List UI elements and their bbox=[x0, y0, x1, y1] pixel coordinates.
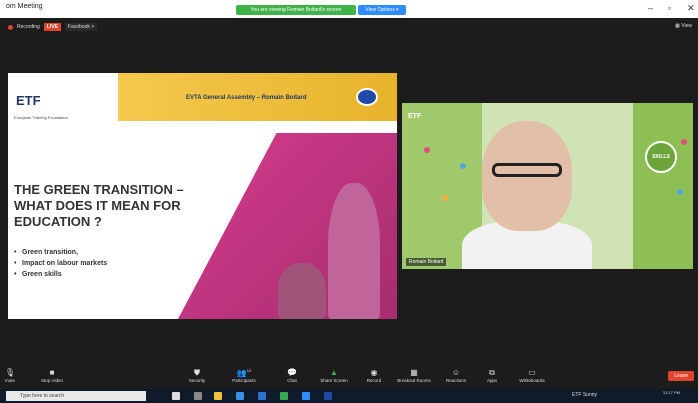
apps-button[interactable]: ⧉ Apps bbox=[470, 368, 514, 383]
meeting-toolbar: 🎙 mute ■ Stop Video ⛊ Security 👥12 Parti… bbox=[0, 365, 698, 389]
recording-status: Recording LIVE Facebook × bbox=[8, 22, 98, 32]
facebook-stream-badge[interactable]: Facebook × bbox=[64, 23, 98, 31]
share-screen-button[interactable]: ▲ Share Screen bbox=[312, 368, 356, 383]
participant-video-tile[interactable]: ETF SKILLS Romain Boitard bbox=[402, 103, 693, 269]
weather-tray[interactable]: ETF Sunny bbox=[572, 392, 597, 398]
taskbar-clock[interactable]: 12:17 PM bbox=[663, 390, 680, 396]
mail-icon[interactable] bbox=[258, 392, 266, 400]
close-button[interactable]: ✕ bbox=[687, 3, 695, 14]
microphone-icon: 🎙 bbox=[4, 368, 16, 377]
slide-title-line: WHAT DOES IT MEAN FOR bbox=[14, 198, 181, 213]
skills-badge: SKILLS bbox=[645, 141, 677, 173]
mute-button[interactable]: 🎙 mute bbox=[0, 368, 32, 383]
stop-video-button[interactable]: ■ Stop Video bbox=[30, 368, 74, 383]
window-title-bar: om Meeting You are viewing Romain Boitar… bbox=[0, 0, 698, 18]
record-icon: ◉ bbox=[370, 368, 378, 377]
breakout-rooms-icon: ▦ bbox=[410, 368, 418, 377]
slide-bullet: • Green transition, bbox=[14, 249, 79, 256]
share-screen-icon: ▲ bbox=[330, 368, 338, 377]
screen-share-banner: You are viewing Romain Boitard's screen bbox=[236, 5, 356, 15]
participant-name-tag: Romain Boitard bbox=[406, 258, 447, 266]
zoom-icon[interactable] bbox=[302, 392, 310, 400]
decorative-dot bbox=[424, 147, 430, 153]
windows-taskbar: ⌕ Type here to search ETF Sunny 12:17 PM bbox=[0, 389, 698, 403]
slide-event-title: EVTA General Assembly – Romain Boitard bbox=[186, 95, 307, 101]
video-camera-icon: ■ bbox=[49, 368, 55, 377]
record-button[interactable]: ◉ Record bbox=[352, 368, 396, 383]
taskbar-search-input[interactable]: Type here to search bbox=[6, 391, 146, 401]
shared-slide: ETF European Training Foundation EVTA Ge… bbox=[8, 73, 397, 319]
task-view-icon[interactable] bbox=[194, 392, 202, 400]
security-button[interactable]: ⛊ Security bbox=[175, 368, 219, 383]
eu-flag-icon bbox=[356, 88, 378, 106]
decorative-dot bbox=[460, 163, 466, 169]
store-icon[interactable] bbox=[236, 392, 244, 400]
slide-title-line: THE GREEN TRANSITION – bbox=[14, 182, 184, 197]
etf-logo-subtitle: European Training Foundation bbox=[14, 115, 68, 120]
participants-button[interactable]: 👥12 Participants bbox=[222, 368, 266, 383]
chrome-icon[interactable] bbox=[280, 392, 288, 400]
etf-logo: ETF bbox=[16, 93, 41, 108]
whiteboards-button[interactable]: ▭ Whiteboards bbox=[510, 368, 554, 383]
etf-logo: ETF bbox=[408, 113, 422, 120]
apps-icon: ⧉ bbox=[489, 368, 495, 377]
background-panel bbox=[633, 103, 693, 269]
person-photo bbox=[328, 183, 380, 319]
slide-title-line: EDUCATION ? bbox=[14, 214, 102, 229]
slide-bullet-list: • Green transition, • Impact on labour mar… bbox=[14, 249, 107, 282]
word-icon[interactable] bbox=[324, 392, 332, 400]
participants-icon: 👥12 bbox=[236, 368, 252, 378]
glasses-icon bbox=[492, 163, 562, 177]
slide-bullet: • Green skills bbox=[14, 271, 62, 278]
chat-icon: 💬 bbox=[287, 368, 297, 377]
view-options-button[interactable]: View Options ▾ bbox=[358, 5, 406, 15]
shield-icon: ⛊ bbox=[194, 368, 200, 377]
recording-label: Recording bbox=[17, 24, 40, 30]
minimize-button[interactable]: – bbox=[648, 3, 653, 13]
whiteboard-icon: ▭ bbox=[528, 368, 536, 377]
breakout-rooms-button[interactable]: ▦ Breakout Rooms bbox=[392, 368, 436, 383]
view-button[interactable]: ▦ View bbox=[675, 23, 692, 29]
recording-dot-icon bbox=[8, 24, 13, 30]
decorative-dot bbox=[677, 189, 683, 195]
file-explorer-icon[interactable] bbox=[214, 392, 222, 400]
live-badge[interactable]: LIVE bbox=[43, 23, 61, 31]
app-title: om Meeting bbox=[6, 3, 43, 10]
windows-start-icon[interactable] bbox=[172, 392, 180, 400]
maximize-button[interactable]: ▫ bbox=[668, 3, 671, 13]
slide-title: THE GREEN TRANSITION – WHAT DOES IT MEAN… bbox=[14, 182, 314, 230]
person-photo bbox=[278, 263, 326, 319]
slide-bullet: • Impact on labour markets bbox=[14, 260, 108, 267]
decorative-dot bbox=[442, 195, 448, 201]
decorative-dot bbox=[681, 139, 687, 145]
leave-button[interactable]: Leave bbox=[668, 371, 694, 381]
chat-button[interactable]: 💬 Chat bbox=[270, 368, 314, 383]
